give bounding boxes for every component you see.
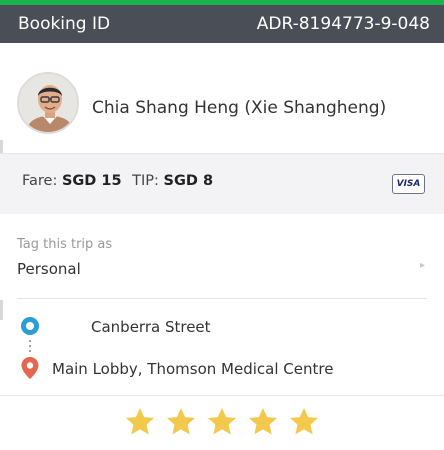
booking-header: Booking ID ADR-8194773-9-048 bbox=[0, 5, 444, 43]
driver-name: Chia Shang Heng (Xie Shangheng) bbox=[92, 98, 387, 118]
driver-avatar[interactable] bbox=[17, 72, 79, 134]
booking-id-value: ADR-8194773-9-048 bbox=[256, 14, 430, 34]
star-icon[interactable] bbox=[165, 406, 197, 438]
trip-tag-selector[interactable]: Tag this trip as Personal ▸ bbox=[0, 214, 444, 300]
fare-label: Fare: bbox=[22, 173, 58, 189]
route-connector bbox=[29, 340, 31, 354]
star-icon[interactable] bbox=[288, 406, 320, 438]
visa-card-icon: VISA bbox=[392, 174, 425, 194]
dropoff-pin-icon bbox=[21, 357, 39, 379]
chevron-right-icon: ▸ bbox=[420, 260, 426, 271]
fare-line: Fare: SGD 15 TIP: SGD 8 bbox=[22, 173, 213, 189]
pickup-address: Canberra Street bbox=[91, 318, 211, 336]
rating-stars[interactable] bbox=[0, 400, 444, 446]
driver-photo-icon bbox=[19, 74, 77, 132]
trip-tag-label: Tag this trip as bbox=[17, 237, 113, 252]
divider bbox=[0, 395, 444, 396]
fare-summary: Fare: SGD 15 TIP: SGD 8 VISA bbox=[0, 153, 444, 215]
divider bbox=[17, 298, 427, 299]
star-icon[interactable] bbox=[247, 406, 279, 438]
fare-amount: SGD 15 bbox=[61, 173, 122, 189]
trip-tag-value: Personal bbox=[17, 260, 81, 278]
driver-info: Chia Shang Heng (Xie Shangheng) bbox=[0, 43, 444, 151]
booking-id-label: Booking ID bbox=[18, 14, 111, 34]
star-icon[interactable] bbox=[206, 406, 238, 438]
pickup-location-icon bbox=[21, 317, 39, 335]
star-icon[interactable] bbox=[124, 406, 156, 438]
tip-amount: SGD 8 bbox=[163, 173, 214, 189]
tip-label: TIP: bbox=[132, 173, 159, 189]
dropoff-address: Main Lobby, Thomson Medical Centre bbox=[52, 360, 334, 378]
